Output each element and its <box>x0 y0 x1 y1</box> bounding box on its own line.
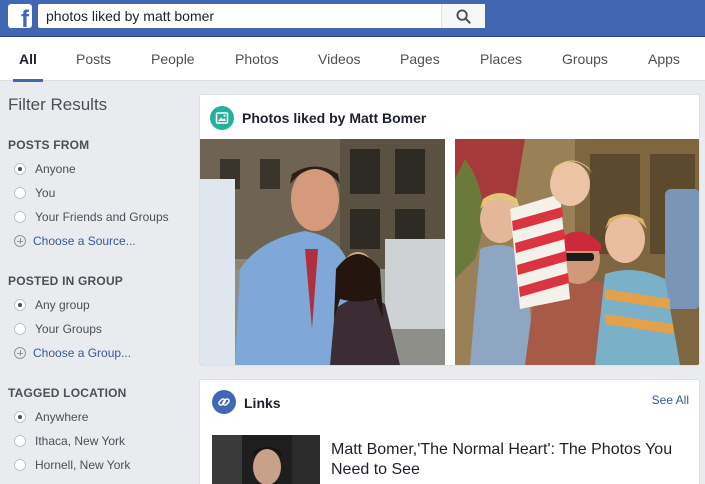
posts-from-friends-groups[interactable]: Your Friends and Groups <box>14 208 169 226</box>
option-label: Anywhere <box>35 410 89 424</box>
tab-people[interactable]: People <box>151 37 195 81</box>
location-ithaca[interactable]: Ithaca, New York <box>14 432 125 450</box>
radio-icon <box>14 163 26 175</box>
tab-all[interactable]: All <box>13 37 43 82</box>
search-tabs: All Posts People Photos Videos Pages Pla… <box>0 37 705 82</box>
search-icon <box>456 8 471 24</box>
search-box <box>38 4 485 28</box>
choose-source-link[interactable]: Choose a Source... <box>14 232 136 250</box>
tab-videos[interactable]: Videos <box>318 37 361 81</box>
location-hornell[interactable]: Hornell, New York <box>14 456 130 474</box>
radio-icon <box>14 435 26 447</box>
radio-icon <box>14 299 26 311</box>
option-label: Choose a Group... <box>33 346 132 360</box>
photo-thumbnail[interactable] <box>455 139 699 365</box>
posts-from-anyone[interactable]: Anyone <box>14 160 76 178</box>
tagged-location-heading: TAGGED LOCATION <box>8 386 127 400</box>
group-any[interactable]: Any group <box>14 296 90 314</box>
radio-icon <box>14 211 26 223</box>
radio-icon <box>14 323 26 335</box>
choose-group-link[interactable]: Choose a Group... <box>14 344 131 362</box>
tab-groups[interactable]: Groups <box>562 37 608 81</box>
group-yours[interactable]: Your Groups <box>14 320 102 338</box>
posted-in-group-heading: POSTED IN GROUP <box>8 274 124 288</box>
tab-posts[interactable]: Posts <box>76 37 111 81</box>
filter-title: Filter Results <box>8 95 108 114</box>
see-all-link[interactable]: See All <box>652 393 689 407</box>
link-icon <box>212 390 236 414</box>
radio-icon <box>14 187 26 199</box>
option-label: Hornell, New York <box>35 458 131 472</box>
posts-from-heading: POSTS FROM <box>8 138 90 152</box>
option-label: Your Groups <box>35 322 102 336</box>
plus-icon <box>14 235 26 247</box>
links-card: Links See All Matt Bomer,'The Normal Hea… <box>199 379 700 484</box>
search-input[interactable] <box>38 4 443 28</box>
option-label: Any group <box>35 298 90 312</box>
tab-photos[interactable]: Photos <box>235 37 279 81</box>
location-anywhere[interactable]: Anywhere <box>14 408 88 426</box>
option-label: Ithaca, New York <box>35 434 126 448</box>
radio-icon <box>14 459 26 471</box>
tab-pages[interactable]: Pages <box>400 37 440 81</box>
tab-places[interactable]: Places <box>480 37 522 81</box>
filter-sidebar: Filter Results POSTS FROM Anyone You You… <box>0 81 190 484</box>
facebook-logo-icon[interactable]: f <box>8 4 32 28</box>
option-label: Your Friends and Groups <box>35 210 169 224</box>
option-label: You <box>35 186 56 200</box>
link-thumbnail[interactable] <box>212 435 320 484</box>
radio-icon <box>14 411 26 423</box>
link-title[interactable]: Matt Bomer,'The Normal Heart': The Photo… <box>331 440 691 480</box>
photo-thumbnail[interactable] <box>200 139 445 365</box>
photos-card-title: Photos liked by Matt Bomer <box>242 110 427 126</box>
plus-icon <box>14 347 26 359</box>
search-button[interactable] <box>441 4 485 28</box>
photos-card: Photos liked by Matt Bomer <box>199 94 700 366</box>
photo-icon <box>210 106 234 130</box>
posts-from-you[interactable]: You <box>14 184 55 202</box>
option-label: Choose a Source... <box>33 234 136 248</box>
tab-apps[interactable]: Apps <box>648 37 680 81</box>
option-label: Anyone <box>35 162 76 176</box>
top-bar: f <box>0 0 705 37</box>
links-card-title: Links <box>244 395 281 411</box>
